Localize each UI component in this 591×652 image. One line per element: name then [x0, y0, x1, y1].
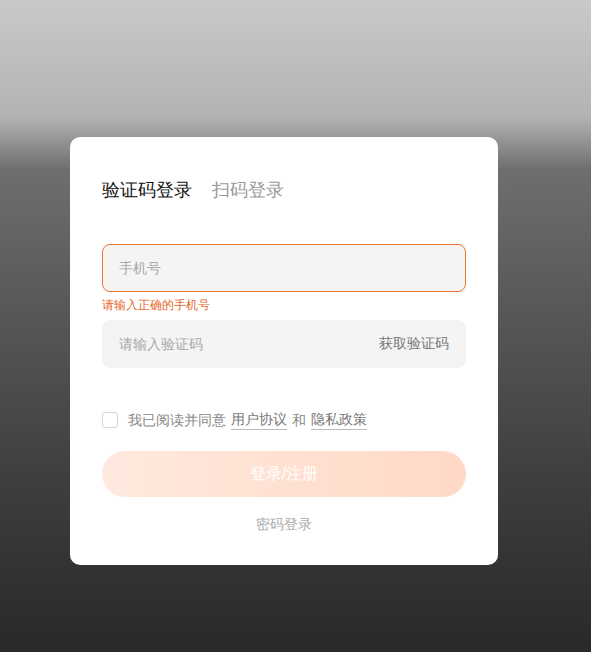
login-tab[interactable]: 验证码登录: [102, 177, 192, 203]
code-field: 获取验证码: [102, 320, 466, 368]
agreement-joiner: 和: [292, 410, 306, 430]
login-tab[interactable]: 扫码登录: [212, 177, 284, 203]
agreement-checkbox[interactable]: [102, 412, 118, 428]
submit-button[interactable]: 登录/注册: [102, 451, 466, 497]
phone-input[interactable]: [119, 260, 449, 276]
code-input[interactable]: [119, 336, 371, 352]
privacy-link[interactable]: 隐私政策: [311, 409, 367, 430]
password-login-link[interactable]: 密码登录: [102, 514, 466, 534]
phone-field: [102, 244, 466, 292]
login-tabs: 验证码登录扫码登录: [102, 177, 466, 203]
login-card: 验证码登录扫码登录请输入正确的手机号获取验证码我已阅读并同意用户协议和隐私政策登…: [70, 137, 498, 565]
terms-link[interactable]: 用户协议: [231, 409, 287, 430]
get-code-button[interactable]: 获取验证码: [379, 335, 449, 353]
phone-error: 请输入正确的手机号: [102, 297, 466, 313]
login-page: 验证码登录扫码登录请输入正确的手机号获取验证码我已阅读并同意用户协议和隐私政策登…: [0, 0, 591, 652]
agreement-row: 我已阅读并同意用户协议和隐私政策: [102, 409, 466, 430]
agreement-text: 我已阅读并同意: [128, 410, 226, 430]
